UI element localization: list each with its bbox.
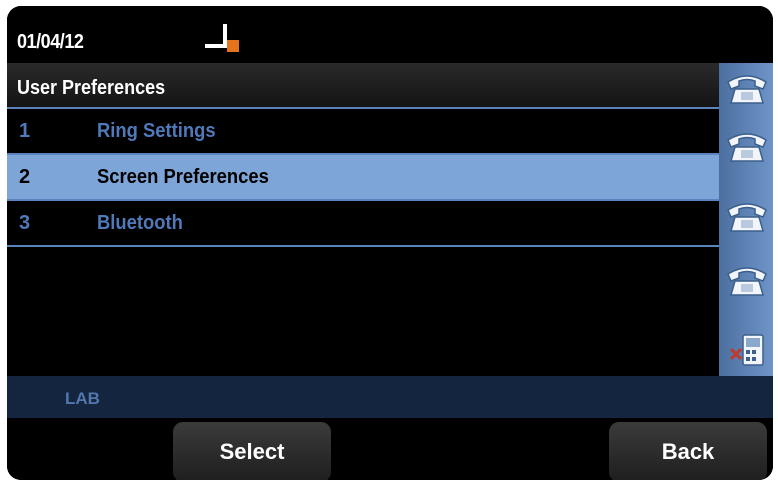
phone-unregistered-icon: [729, 334, 764, 366]
line-key-3[interactable]: [725, 197, 769, 235]
menu-item-number: 2: [19, 166, 31, 188]
menu-item-bluetooth[interactable]: 3 Bluetooth: [7, 201, 719, 247]
menu-item-screen-preferences[interactable]: 2 Screen Preferences: [7, 155, 719, 201]
menu-item-number: 1: [19, 120, 31, 142]
softkey-bar: Select Back: [7, 418, 773, 480]
line-key-column: [719, 63, 773, 376]
page-title: User Preferences: [17, 77, 166, 99]
title-bar: User Preferences: [7, 63, 719, 109]
menu-item-label: Ring Settings: [97, 120, 216, 142]
line-key-5[interactable]: [725, 331, 769, 369]
back-button[interactable]: Back: [609, 422, 767, 480]
menu-item-label: Screen Preferences: [97, 166, 269, 188]
status-date: 01/04/12: [17, 31, 84, 53]
select-button[interactable]: Select: [173, 422, 331, 480]
phone-handset-icon: [727, 203, 767, 232]
menu-item-ring-settings[interactable]: 1 Ring Settings: [7, 109, 719, 155]
phone-screen: 01/04/12 User Preferences 1 Ring Setting…: [7, 6, 773, 480]
network-signal-icon: [205, 24, 239, 52]
menu-item-number: 3: [19, 212, 31, 234]
menu-item-label: Bluetooth: [97, 212, 183, 234]
line-key-4[interactable]: [725, 261, 769, 299]
status-bar: 01/04/12: [7, 6, 773, 63]
phone-handset-icon: [727, 133, 767, 162]
menu-list: 1 Ring Settings 2 Screen Preferences 3 B…: [7, 109, 719, 247]
phone-handset-icon: [727, 75, 767, 104]
info-bar-text: LAB: [65, 389, 100, 408]
line-key-2[interactable]: [725, 127, 769, 165]
phone-handset-icon: [727, 267, 767, 296]
info-bar: LAB: [7, 376, 773, 418]
line-key-1[interactable]: [725, 69, 769, 107]
